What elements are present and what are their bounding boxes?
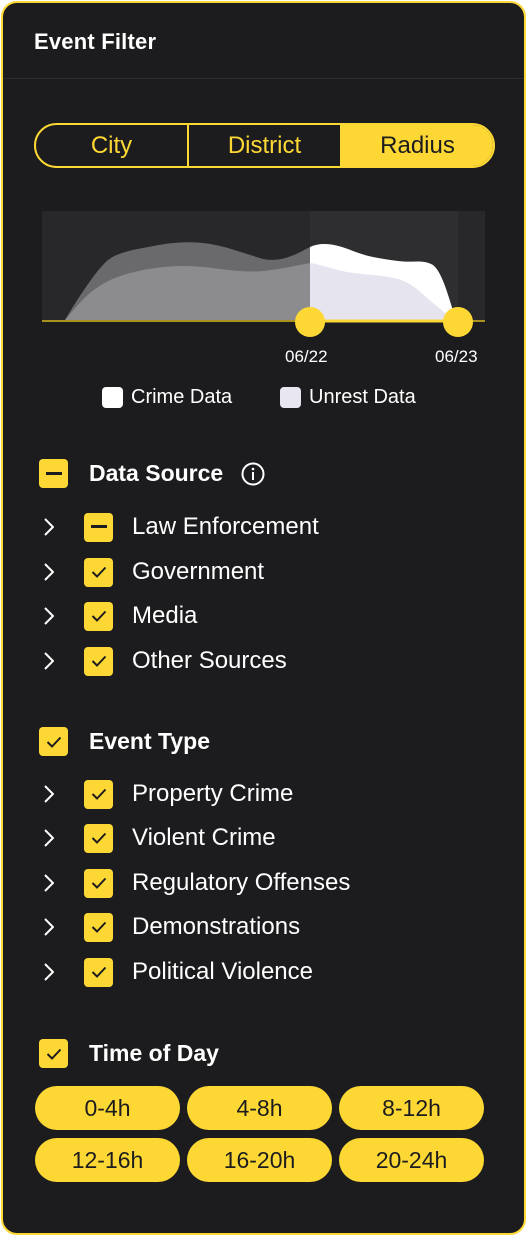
event-type-item-regulatory-offenses: Regulatory Offenses (39, 868, 350, 898)
demonstrations-checkbox[interactable] (84, 912, 113, 942)
legend-swatch-crime (102, 387, 123, 408)
scope-segmented-control: City District Radius (34, 123, 495, 168)
chevron-right-icon[interactable] (39, 957, 59, 987)
other-sources-label: Other Sources (132, 647, 287, 674)
data-source-item-other-sources: Other Sources (39, 646, 287, 676)
chevron-right-icon[interactable] (39, 779, 59, 809)
other-sources-checkbox[interactable] (84, 646, 113, 676)
chevron-right-icon[interactable] (39, 512, 59, 542)
chevron-right-icon[interactable] (39, 601, 59, 631)
chart-background-right (458, 211, 485, 321)
indeterminate-icon (45, 471, 62, 475)
event-filter-panel: Event Filter City District Radius 06/22 … (1, 1, 526, 1235)
legend-crime: Crime Data (102, 386, 232, 409)
time-of-day-header: Time of Day (39, 1039, 219, 1068)
data-source-checkbox[interactable] (39, 459, 68, 488)
legend-unrest: Unrest Data (280, 386, 416, 409)
timeline-range-chart: 06/22 06/23 (3, 203, 524, 373)
property-crime-label: Property Crime (132, 780, 294, 807)
segment-city[interactable]: City (36, 125, 187, 166)
data-source-item-media: Media (39, 601, 197, 631)
panel-title: Event Filter (34, 29, 157, 54)
indeterminate-icon (90, 525, 107, 528)
checkmark-icon (91, 966, 106, 978)
chip-8-12h[interactable]: 8-12h (339, 1086, 484, 1130)
chevron-right-icon[interactable] (39, 646, 59, 676)
data-source-item-government: Government (39, 557, 264, 587)
segment-radius[interactable]: Radius (340, 125, 493, 166)
checkmark-icon (91, 877, 106, 889)
government-checkbox[interactable] (84, 557, 113, 587)
checkmark-icon (46, 736, 61, 748)
checkmark-icon (46, 1048, 61, 1060)
media-label: Media (132, 602, 198, 629)
chevron-right-icon[interactable] (39, 868, 59, 898)
event-type-item-property-crime: Property Crime (39, 779, 293, 809)
event-type-item-violent-crime: Violent Crime (39, 823, 276, 853)
event-type-label: Event Type (89, 728, 210, 754)
data-source-item-law-enforcement: Law Enforcement (39, 512, 319, 542)
chevron-right-icon[interactable] (39, 557, 59, 587)
media-checkbox[interactable] (84, 601, 113, 631)
law-enforcement-checkbox[interactable] (84, 512, 113, 542)
data-source-header: Data Source (39, 459, 265, 488)
legend-swatch-unrest (280, 387, 301, 408)
time-of-day-checkbox[interactable] (39, 1039, 68, 1068)
checkmark-icon (91, 832, 106, 844)
range-end-handle[interactable] (443, 307, 473, 337)
political-violence-label: Political Violence (132, 958, 313, 985)
event-type-item-political-violence: Political Violence (39, 957, 313, 987)
chip-4-8h[interactable]: 4-8h (187, 1086, 332, 1130)
demonstrations-label: Demonstrations (132, 913, 301, 940)
regulatory-offenses-checkbox[interactable] (84, 868, 113, 898)
regulatory-offenses-label: Regulatory Offenses (132, 869, 351, 896)
timeline-svg (42, 211, 485, 337)
chip-16-20h[interactable]: 16-20h (187, 1138, 332, 1182)
chip-0-4h[interactable]: 0-4h (35, 1086, 180, 1130)
chip-20-24h[interactable]: 20-24h (339, 1138, 484, 1182)
chip-12-16h[interactable]: 12-16h (35, 1138, 180, 1182)
chart-legend: Crime Data Unrest Data (3, 386, 524, 412)
property-crime-checkbox[interactable] (84, 779, 113, 809)
violent-crime-label: Violent Crime (132, 824, 276, 851)
legend-unrest-label: Unrest Data (309, 386, 416, 408)
time-of-day-label: Time of Day (89, 1040, 219, 1066)
range-start-handle[interactable] (295, 307, 325, 337)
info-icon[interactable] (241, 462, 265, 486)
law-enforcement-label: Law Enforcement (132, 513, 319, 540)
checkmark-icon (91, 610, 106, 622)
checkmark-icon (91, 655, 106, 667)
legend-crime-label: Crime Data (131, 386, 233, 408)
event-type-header: Event Type (39, 727, 210, 756)
checkmark-icon (91, 566, 106, 578)
range-start-label: 06/22 (285, 347, 328, 366)
government-label: Government (132, 558, 265, 585)
segment-district[interactable]: District (187, 125, 340, 166)
range-end-label: 06/23 (435, 347, 478, 366)
checkmark-icon (91, 788, 106, 800)
data-source-label: Data Source (89, 460, 224, 486)
political-violence-checkbox[interactable] (84, 957, 113, 987)
chevron-right-icon[interactable] (39, 912, 59, 942)
event-type-item-demonstrations: Demonstrations (39, 912, 300, 942)
chevron-right-icon[interactable] (39, 823, 59, 853)
event-type-checkbox[interactable] (39, 727, 68, 756)
violent-crime-checkbox[interactable] (84, 823, 113, 853)
checkmark-icon (91, 921, 106, 933)
panel-header: Event Filter (3, 3, 524, 79)
